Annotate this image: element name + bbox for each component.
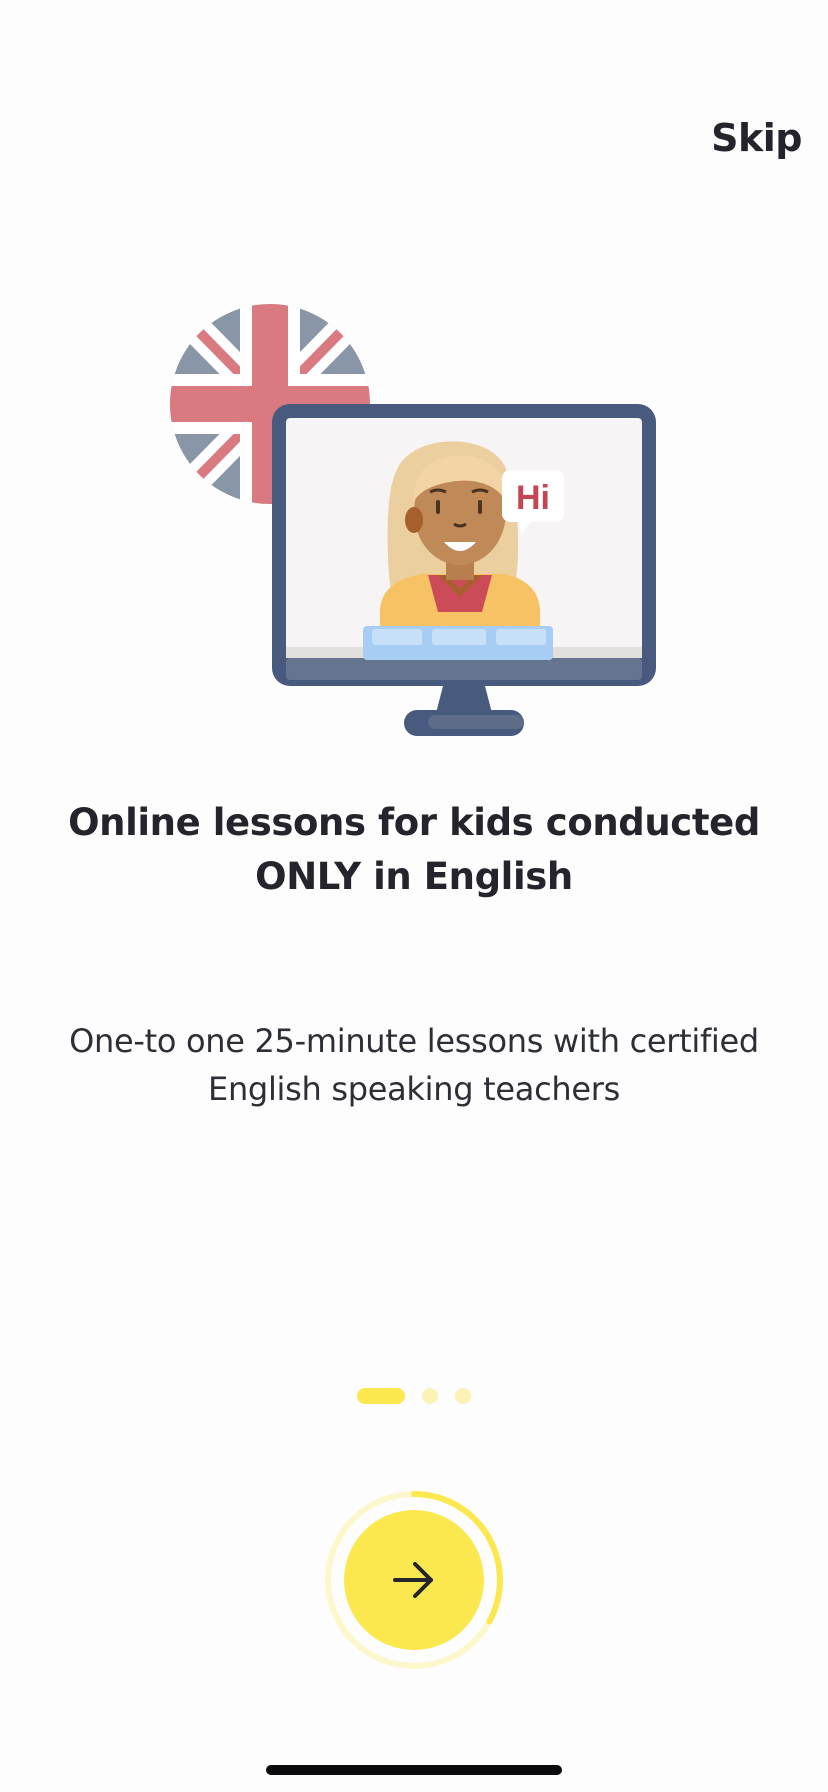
- arrow-right-icon: [393, 1562, 433, 1598]
- onboarding-subtitle: One-to one 25-minute lessons with certif…: [69, 1022, 759, 1108]
- speech-bubble-text: Hi: [516, 479, 550, 517]
- keyboard-icon: [363, 626, 553, 660]
- onboarding-screen: Skip Hi Online lessons for kids conducte…: [0, 0, 828, 1792]
- home-indicator[interactable]: [266, 1765, 562, 1775]
- next-button[interactable]: [344, 1510, 484, 1650]
- teacher-monitor-illustration: Hi: [170, 304, 656, 736]
- page-dot: [455, 1388, 471, 1404]
- next-button-wrapper: [324, 1490, 504, 1670]
- page-dot-active: [357, 1388, 405, 1404]
- page-dot: [422, 1388, 438, 1404]
- page-indicator: [0, 1388, 828, 1404]
- onboarding-title: Online lessons for kids conducted ONLY i…: [68, 801, 760, 898]
- skip-button[interactable]: Skip: [711, 116, 802, 160]
